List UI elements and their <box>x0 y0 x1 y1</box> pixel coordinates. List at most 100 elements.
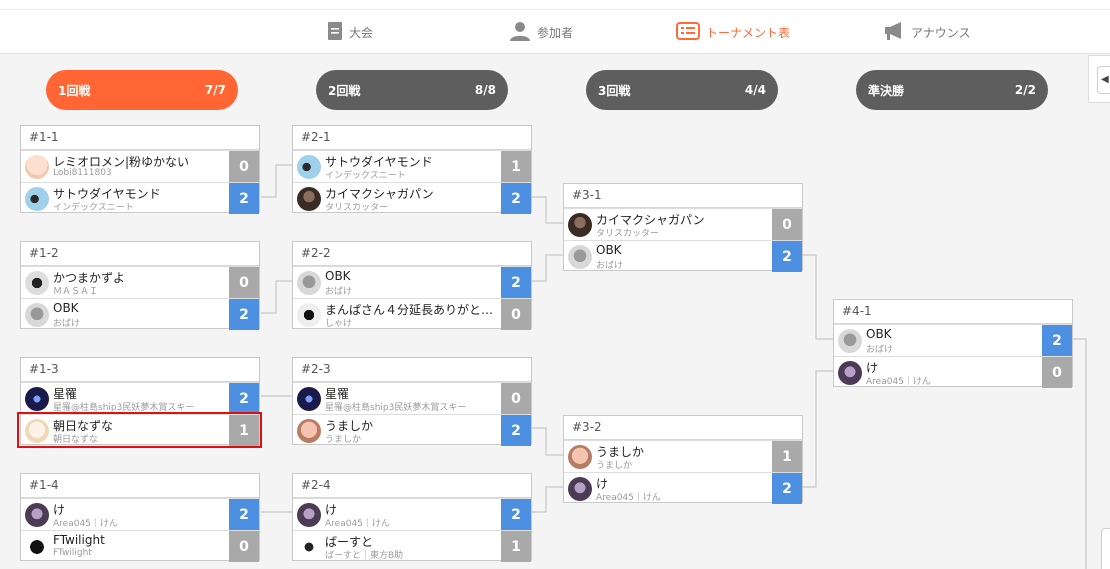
player-score: 2 <box>501 415 531 446</box>
player-name: OBK <box>596 243 622 257</box>
player-score: 2 <box>229 499 259 530</box>
round-count: 2/2 <box>1014 83 1036 97</box>
player-avatar <box>838 329 862 353</box>
player-score: 2 <box>772 241 802 272</box>
match-card-m1-4[interactable]: #1-4 け Area045｜けん 2 FTwilight FTwilight 0 <box>20 473 260 562</box>
player-avatar <box>568 245 592 269</box>
player-row[interactable]: FTwilight FTwilight 0 <box>21 530 259 562</box>
player-score: 0 <box>1042 357 1072 388</box>
player-score: 0 <box>229 267 259 298</box>
player-score: 1 <box>501 151 531 182</box>
player-avatar <box>25 155 49 179</box>
player-subname: おばけ <box>866 345 894 355</box>
match-card-m2-3[interactable]: #2-3 星罹 星罹@柱島ship3民妖夢木賞スキー 0 うましか うましか 2 <box>292 357 532 446</box>
match-id: #1-1 <box>21 126 259 150</box>
round-count: 4/4 <box>744 83 766 97</box>
player-score: 2 <box>501 499 531 530</box>
player-name: OBK <box>53 301 79 315</box>
player-avatar <box>297 155 321 179</box>
round-header-3[interactable]: 3回戦 4/4 <box>586 70 778 110</box>
player-avatar <box>568 213 592 237</box>
player-name: OBK <box>866 327 892 341</box>
player-row[interactable]: OBK おばけ 2 <box>293 266 531 298</box>
player-subname: インデックスニート <box>53 203 134 213</box>
player-row[interactable]: け Area045｜けん 2 <box>21 498 259 530</box>
player-score: 2 <box>1042 325 1072 356</box>
player-avatar <box>297 503 321 527</box>
match-card-m2-1[interactable]: #2-1 サトウダイヤモンド インデックスニート 1 カイマクシャガパン タリスカッター 2 <box>292 125 532 214</box>
player-subname: 星罹@柱島ship3民妖夢木賞スキー <box>325 403 467 413</box>
player-subname: しゃけ <box>325 319 353 329</box>
player-score: 0 <box>772 209 802 240</box>
player-subname: うましか <box>325 435 362 445</box>
player-subname: おばけ <box>53 319 81 329</box>
player-subname: Lobi8111803 <box>53 168 112 178</box>
player-score: 0 <box>501 299 531 330</box>
player-avatar <box>297 387 321 411</box>
player-row[interactable]: サトウダイヤモンド インデックスニート 2 <box>21 182 259 214</box>
match-card-m4-1[interactable]: #4-1 OBK おばけ 2 け Area045｜けん 0 <box>833 299 1073 388</box>
match-card-m2-2[interactable]: #2-2 OBK おばけ 2 まんぱさん４分延長ありがと… しゃけ 0 <box>292 241 532 330</box>
player-avatar <box>25 187 49 211</box>
player-row[interactable]: カイマクシャガパン タリスカッター 0 <box>564 208 802 240</box>
player-row[interactable]: OBK おばけ 2 <box>21 298 259 330</box>
match-id: #1-4 <box>21 474 259 498</box>
match-card-m2-4[interactable]: #2-4 け Area045｜けん 2 ばーすと ばーすと｜東方B助 1 <box>292 473 532 562</box>
match-id: #1-3 <box>21 358 259 382</box>
player-row[interactable]: サトウダイヤモンド インデックスニート 1 <box>293 150 531 182</box>
player-subname: ばーすと｜東方B助 <box>325 551 404 561</box>
player-score: 2 <box>229 299 259 330</box>
match-card-m1-1[interactable]: #1-1 レミオロメン|粉ゆかない Lobi8111803 0 サトウダイヤモンド インデ… <box>20 125 260 214</box>
player-row[interactable]: け Area045｜けん 2 <box>293 498 531 530</box>
match-card-m3-2[interactable]: #3-2 うましか うましか 1 け Area045｜けん 2 <box>563 415 803 504</box>
player-row[interactable]: 星罹 星罹@柱島ship3民妖夢木賞スキー 2 <box>21 382 259 414</box>
side-panel-toggle[interactable]: ◀ <box>1088 55 1110 103</box>
player-row[interactable]: うましか うましか 1 <box>564 440 802 472</box>
player-row[interactable]: レミオロメン|粉ゆかない Lobi8111803 0 <box>21 150 259 182</box>
round-header-1[interactable]: 1回戦 7/7 <box>46 70 238 110</box>
player-row[interactable]: OBK おばけ 2 <box>834 324 1072 356</box>
player-avatar <box>25 503 49 527</box>
player-row[interactable]: OBK おばけ 2 <box>564 240 802 272</box>
player-avatar <box>297 187 321 211</box>
round-name: 2回戦 <box>328 83 361 98</box>
round-header-semifinal[interactable]: 準決勝 2/2 <box>856 70 1048 110</box>
match-id: #2-1 <box>293 126 531 150</box>
player-row[interactable]: カイマクシャガパン タリスカッター 2 <box>293 182 531 214</box>
player-subname: タリスカッター <box>596 229 660 239</box>
player-row[interactable]: 星罹 星罹@柱島ship3民妖夢木賞スキー 0 <box>293 382 531 414</box>
side-widget[interactable] <box>1101 528 1110 569</box>
round-name: 準決勝 <box>868 83 905 98</box>
player-subname: ＭＡＳＡＩ <box>53 287 99 297</box>
match-card-m3-1[interactable]: #3-1 カイマクシャガパン タリスカッター 0 OBK おばけ 2 <box>563 183 803 272</box>
player-avatar <box>297 303 321 327</box>
player-subname: おばけ <box>325 287 353 297</box>
player-avatar <box>568 445 592 469</box>
match-id: #4-1 <box>834 300 1072 324</box>
player-subname: タリスカッター <box>325 203 389 213</box>
match-id: #2-2 <box>293 242 531 266</box>
round-count: 7/7 <box>204 83 226 97</box>
player-avatar <box>297 419 321 443</box>
player-score: 2 <box>772 473 802 504</box>
player-row[interactable]: け Area045｜けん 0 <box>834 356 1072 388</box>
player-row[interactable]: け Area045｜けん 2 <box>564 472 802 504</box>
player-subname: Area045｜けん <box>596 493 661 503</box>
round-count: 8/8 <box>474 83 496 97</box>
player-row[interactable]: ばーすと ばーすと｜東方B助 1 <box>293 530 531 562</box>
match-card-m1-2[interactable]: #1-2 かつまかずよ ＭＡＳＡＩ 0 OBK おばけ 2 <box>20 241 260 330</box>
player-row[interactable]: うましか うましか 2 <box>293 414 531 446</box>
match-id: #1-2 <box>21 242 259 266</box>
player-row[interactable]: まんぱさん４分延長ありがと… しゃけ 0 <box>293 298 531 330</box>
collapse-arrow-icon[interactable]: ◀ <box>1097 66 1110 94</box>
player-subname: Area045｜けん <box>53 519 118 529</box>
round-header-2[interactable]: 2回戦 8/8 <box>316 70 508 110</box>
player-score: 0 <box>229 151 259 182</box>
player-score: 2 <box>229 383 259 414</box>
player-score: 1 <box>501 531 531 562</box>
player-row[interactable]: かつまかずよ ＭＡＳＡＩ 0 <box>21 266 259 298</box>
player-subname: FTwilight <box>53 548 92 558</box>
player-score: 2 <box>229 183 259 214</box>
player-score: 0 <box>501 383 531 414</box>
player-score: 2 <box>501 183 531 214</box>
